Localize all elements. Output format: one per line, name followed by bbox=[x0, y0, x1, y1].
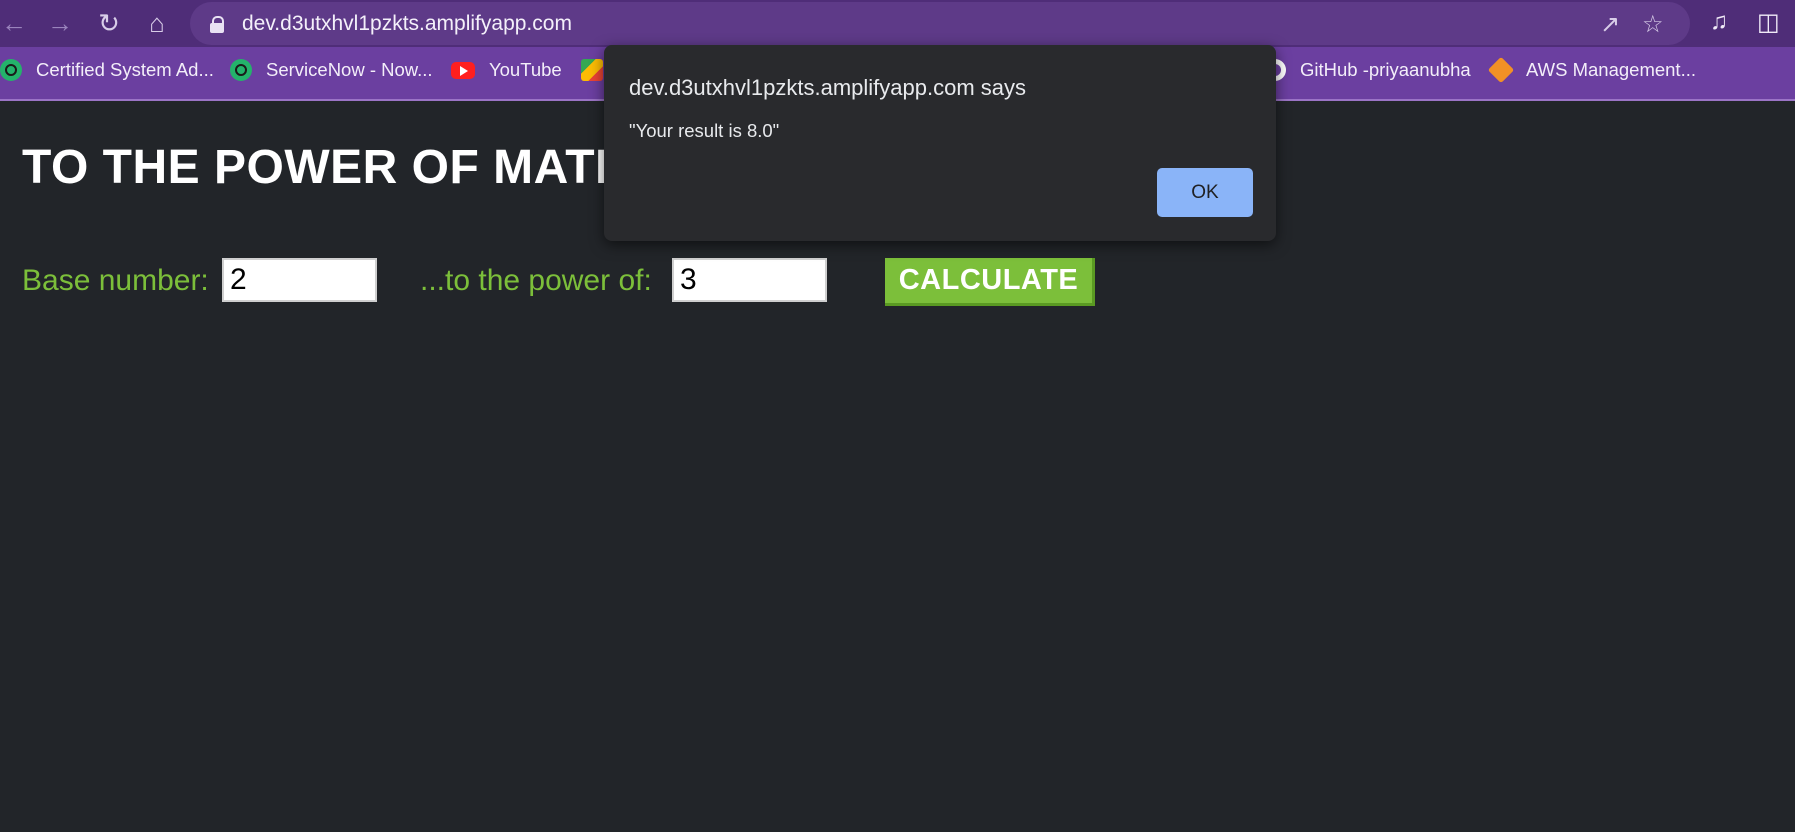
ok-button[interactable]: OK bbox=[1157, 168, 1253, 217]
maps-icon bbox=[581, 59, 603, 81]
media-control-icon[interactable]: ♫ bbox=[1710, 8, 1728, 36]
share-icon[interactable]: ↗ bbox=[1600, 10, 1620, 39]
power-input[interactable] bbox=[672, 258, 827, 302]
side-panel-icon[interactable]: ◫ bbox=[1757, 8, 1780, 37]
dialog-message: "Your result is 8.0" bbox=[629, 120, 780, 141]
servicenow-icon bbox=[230, 59, 252, 81]
lock-icon[interactable] bbox=[210, 15, 224, 33]
bookmark-certified-system-admin[interactable]: Certified System Ad... bbox=[0, 59, 214, 81]
home-icon[interactable]: ⌂ bbox=[137, 3, 177, 43]
servicenow-icon bbox=[0, 59, 22, 81]
calculate-button[interactable]: CALCULATE bbox=[885, 258, 1095, 306]
browser-toolbar: ← → ↻ ⌂ dev.d3utxhvl1pzkts.amplifyapp.co… bbox=[0, 0, 1795, 47]
page-title: TO THE POWER OF MATH bbox=[22, 141, 631, 194]
arrow-right-icon[interactable]: → bbox=[40, 3, 80, 43]
arrow-left-icon[interactable]: ← bbox=[0, 3, 34, 43]
bookmark-aws[interactable]: AWS Management... bbox=[1487, 56, 1696, 84]
dialog-title: dev.d3utxhvl1pzkts.amplifyapp.com says bbox=[629, 75, 1026, 100]
base-number-label: Base number: bbox=[22, 264, 209, 297]
bookmark-github[interactable]: GitHub -priyaanubha bbox=[1264, 59, 1471, 81]
aws-icon bbox=[1487, 56, 1515, 84]
alert-dialog: dev.d3utxhvl1pzkts.amplifyapp.com says "… bbox=[604, 45, 1276, 241]
youtube-icon bbox=[451, 61, 475, 79]
reload-icon[interactable]: ↻ bbox=[89, 3, 129, 43]
power-label: ...to the power of: bbox=[420, 264, 652, 297]
bookmark-servicenow[interactable]: ServiceNow - Now... bbox=[230, 59, 433, 81]
address-bar[interactable]: dev.d3utxhvl1pzkts.amplifyapp.com ↗ ☆ bbox=[190, 2, 1690, 45]
url-text[interactable]: dev.d3utxhvl1pzkts.amplifyapp.com bbox=[242, 12, 572, 36]
bookmark-youtube[interactable]: YouTube bbox=[451, 59, 562, 81]
star-icon[interactable]: ☆ bbox=[1642, 10, 1664, 39]
base-number-input[interactable] bbox=[222, 258, 377, 302]
